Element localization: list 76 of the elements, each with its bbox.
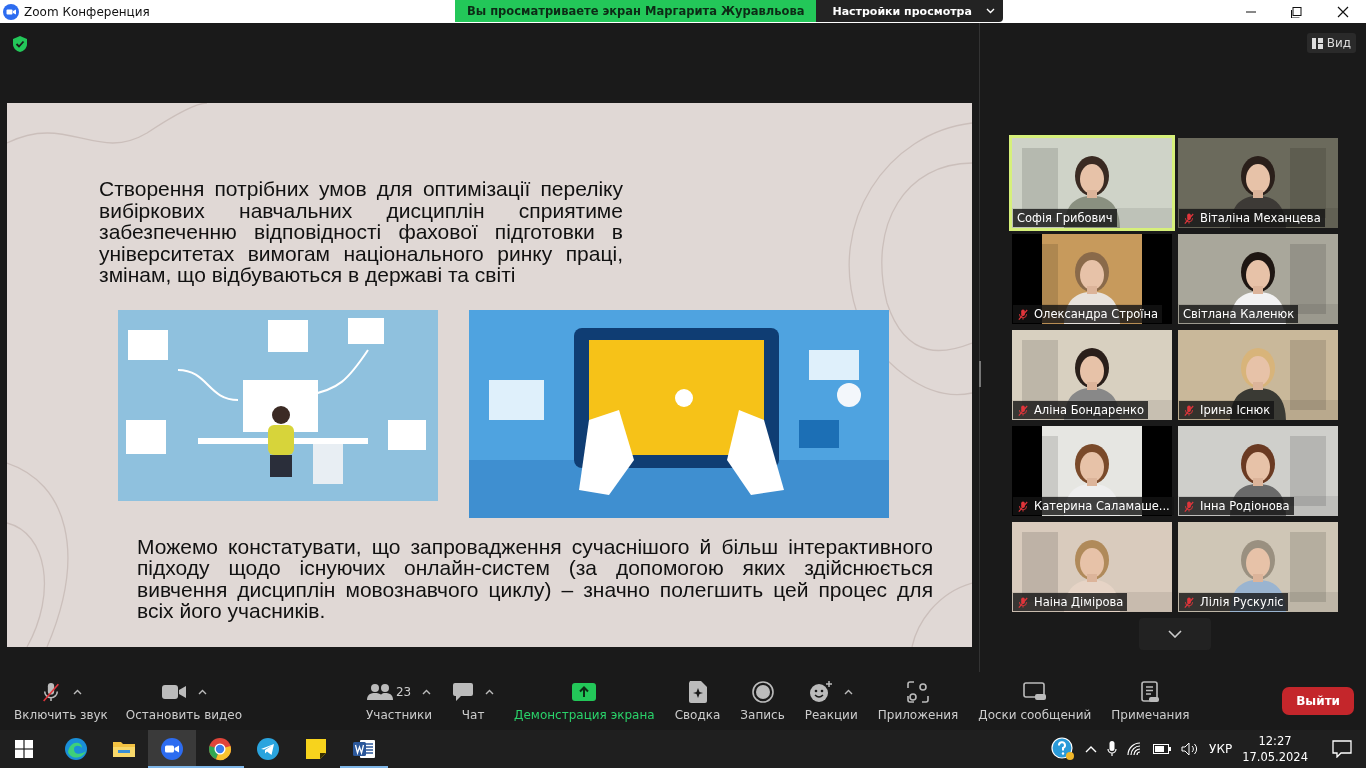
- layout-icon[interactable]: [1311, 37, 1323, 49]
- windows-logo-icon[interactable]: [15, 740, 33, 758]
- mic-icon[interactable]: [1107, 741, 1118, 757]
- taskbar-app[interactable]: [148, 730, 196, 768]
- toolbar-button[interactable]: Примечания: [1105, 676, 1196, 726]
- browser-icon[interactable]: [208, 737, 232, 761]
- participant-name: Віталіна Механцева: [1200, 211, 1321, 225]
- edge-icon[interactable]: [64, 737, 88, 761]
- participant-name: Аліна Бондаренко: [1034, 403, 1144, 417]
- participant-name: Світлана Каленюк: [1183, 307, 1295, 321]
- slide-paragraph: Створення потрібних умов для оптимізації переліку вибіркових навчальних дисциплін сприятиме забезпеченню відповідності фахової підготовки в університетах вимогам національного ринку праці, змінам, що відбуваються в державі та світі: [99, 178, 623, 286]
- slide-paragraph: Можемо констатувати, що запровадження сучаснішого й більш інтерактивного підходу щодо існуючих онлайн-систем (за допомогою яких здійснюється вивчення дисциплін мовознавчого циклу) – значно полегшить цей процес для всіх його учасників.: [137, 535, 933, 622]
- leave-button[interactable]: Выйти: [1282, 687, 1354, 715]
- muted-mic-icon: [1183, 499, 1195, 513]
- toolbar-button[interactable]: 23 Участники: [360, 676, 439, 726]
- muted-mic-icon: [1017, 307, 1029, 321]
- whiteboard-icon[interactable]: [1022, 682, 1047, 702]
- notepad-icon[interactable]: [1140, 680, 1161, 704]
- zoom-logo-icon: [3, 3, 19, 20]
- chevron-up-icon[interactable]: [1085, 745, 1098, 753]
- chat-icon[interactable]: [452, 682, 475, 702]
- paper-plane-icon[interactable]: [256, 737, 280, 761]
- maximize-icon[interactable]: [1290, 5, 1304, 18]
- video-camera-icon[interactable]: [160, 737, 184, 761]
- help-icon[interactable]: [1051, 737, 1076, 761]
- caret-icon[interactable]: [844, 689, 854, 695]
- people-icon[interactable]: [366, 683, 393, 701]
- resize-handle[interactable]: [979, 361, 981, 387]
- smiley-plus-icon[interactable]: [809, 681, 834, 703]
- caret-icon[interactable]: [197, 689, 207, 695]
- muted-mic-icon: [1017, 403, 1029, 417]
- record-icon[interactable]: [751, 681, 774, 703]
- toolbar-button[interactable]: Запись: [734, 676, 791, 726]
- toolbar-button[interactable]: Включить звук: [8, 676, 114, 726]
- toolbar-button[interactable]: Приложения: [871, 676, 965, 726]
- clock-time[interactable]: 12:27: [1258, 733, 1292, 749]
- toolbar-button[interactable]: Демонстрация экрана: [508, 676, 661, 726]
- participant-name: Лілія Рускуліс: [1200, 595, 1284, 609]
- participant-name: Інна Родіонова: [1200, 499, 1290, 513]
- close-icon[interactable]: [1336, 5, 1350, 18]
- muted-mic-icon: [1183, 595, 1195, 609]
- participant-count: 23: [395, 685, 412, 699]
- screen-share-banner: Вы просматриваете экран Маргарита Журавльова: [455, 0, 817, 22]
- toolbar-button[interactable]: Чат: [446, 676, 501, 726]
- document-icon[interactable]: [352, 737, 376, 761]
- battery-icon[interactable]: [1153, 744, 1172, 754]
- toolbar-button[interactable]: Остановить видео: [119, 676, 249, 726]
- toolbar-button[interactable]: Сводка: [668, 676, 727, 726]
- muted-mic-icon: [1183, 403, 1195, 417]
- volume-icon[interactable]: [1181, 742, 1200, 756]
- participant-name: Наіна Дімірова: [1034, 595, 1124, 609]
- clock-date[interactable]: 17.05.2024: [1242, 749, 1308, 765]
- sparkle-document-icon[interactable]: [687, 680, 708, 704]
- caret-icon[interactable]: [485, 689, 495, 695]
- video-camera-icon[interactable]: [160, 683, 187, 701]
- share-screen-icon[interactable]: [572, 683, 597, 701]
- participant-name: Катерина Саламаше...: [1034, 499, 1170, 513]
- sticky-note-icon[interactable]: [304, 737, 328, 761]
- muted-mic-icon: [1183, 211, 1195, 225]
- notifications-icon[interactable]: [1332, 740, 1352, 758]
- participant-name: Ірина Існюк: [1200, 403, 1271, 417]
- view-button[interactable]: Вид: [1306, 33, 1356, 53]
- caret-icon[interactable]: [422, 689, 432, 695]
- shield-icon: [12, 35, 28, 53]
- window-title: Zoom Конференция: [24, 4, 150, 19]
- muted-mic-icon: [1017, 499, 1029, 513]
- toolbar-button[interactable]: Реакции: [798, 676, 864, 726]
- muted-mic-icon: [1017, 595, 1029, 609]
- toolbar-button[interactable]: Доски сообщений: [972, 676, 1098, 726]
- apps-icon[interactable]: [907, 681, 929, 703]
- participant-name: Софія Грибович: [1017, 211, 1113, 225]
- chevron-down-icon[interactable]: [1168, 630, 1182, 638]
- participant-name: Олександра Строїна: [1034, 307, 1159, 321]
- caret-icon[interactable]: [72, 689, 82, 695]
- view-options-button[interactable]: Настройки просмотра: [816, 0, 1003, 22]
- language-indicator[interactable]: УКР: [1209, 742, 1233, 756]
